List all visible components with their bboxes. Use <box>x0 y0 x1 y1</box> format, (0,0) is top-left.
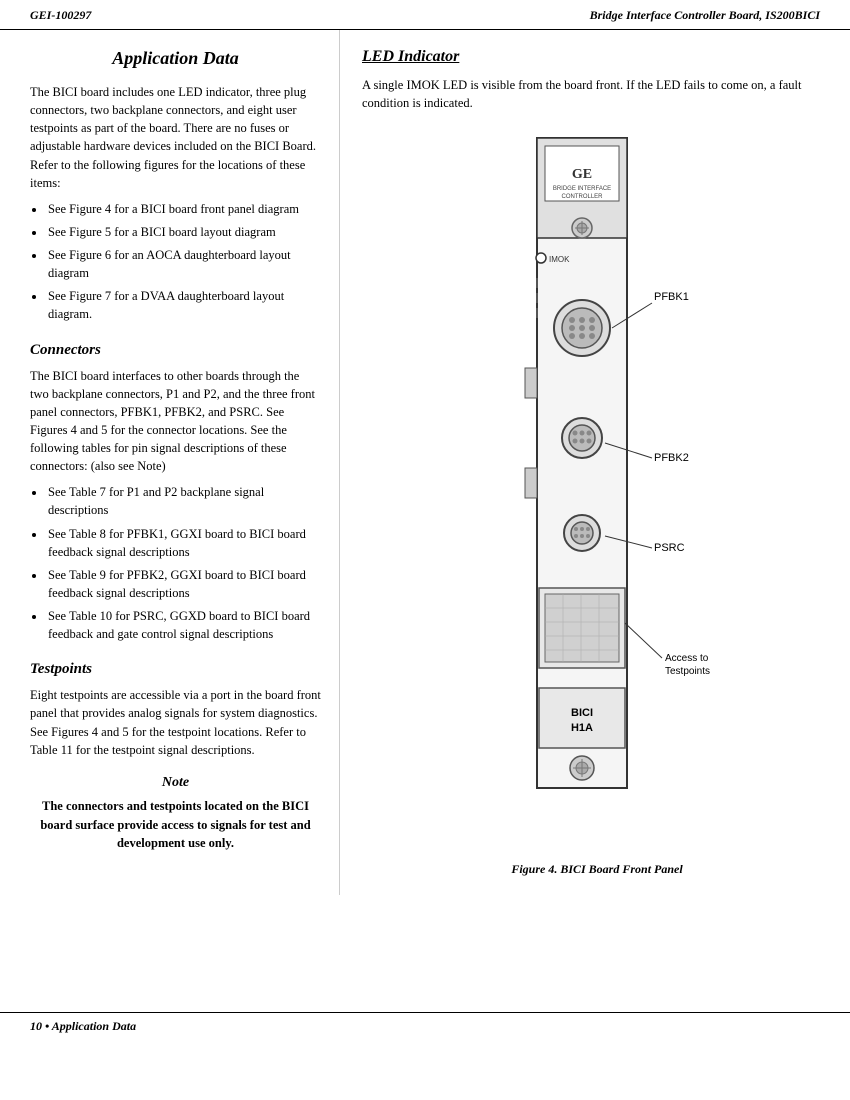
connectors-text: The BICI board interfaces to other board… <box>30 367 321 476</box>
page-body: Application Data The BICI board includes… <box>0 30 850 895</box>
left-column: Application Data The BICI board includes… <box>0 30 340 895</box>
svg-text:H1A: H1A <box>571 722 593 734</box>
svg-text:IMOK: IMOK <box>549 255 570 264</box>
list-item: See Figure 5 for a BICI board layout dia… <box>46 223 321 241</box>
page-title: Application Data <box>30 48 321 69</box>
list-item: See Figure 6 for an AOCA daughterboard l… <box>46 246 321 282</box>
svg-text:PSRC: PSRC <box>654 542 685 554</box>
testpoints-text: Eight testpoints are accessible via a po… <box>30 686 321 759</box>
led-text: A single IMOK LED is visible from the bo… <box>362 76 832 112</box>
page-header: GEI-100297 Bridge Interface Controller B… <box>0 0 850 30</box>
list-item: See Figure 7 for a DVAA daughterboard la… <box>46 287 321 323</box>
list-item: See Table 10 for PSRC, GGXD board to BIC… <box>46 607 321 643</box>
list-item: See Table 9 for PFBK2, GGXI board to BIC… <box>46 566 321 602</box>
testpoints-heading: Testpoints <box>30 661 321 678</box>
list-item: See Figure 4 for a BICI board front pane… <box>46 200 321 218</box>
connectors-bullets: See Table 7 for P1 and P2 backplane sign… <box>46 483 321 643</box>
list-item: See Table 7 for P1 and P2 backplane sign… <box>46 483 321 519</box>
board-diagram: GE BRIDGE INTERFACE CONTROLLER IMOK <box>362 128 832 877</box>
right-column: LED Indicator A single IMOK LED is visib… <box>340 30 850 895</box>
svg-text:GE: GE <box>572 167 592 182</box>
svg-text:Access to: Access to <box>665 653 709 664</box>
list-item: See Table 8 for PFBK1, GGXI board to BIC… <box>46 525 321 561</box>
svg-text:CONTROLLER: CONTROLLER <box>561 194 603 200</box>
footer-text: 10 • Application Data <box>30 1019 136 1033</box>
connectors-heading: Connectors <box>30 342 321 359</box>
svg-text:PFBK1: PFBK1 <box>654 291 689 303</box>
header-right: Bridge Interface Controller Board, IS200… <box>590 8 820 23</box>
diagram-svg-wrapper: GE BRIDGE INTERFACE CONTROLLER IMOK <box>457 128 737 852</box>
figure-caption: Figure 4. BICI Board Front Panel <box>511 862 682 877</box>
svg-text:BICI: BICI <box>571 707 593 719</box>
svg-text:Testpoints: Testpoints <box>665 666 710 677</box>
note-box: Note The connectors and testpoints locat… <box>30 775 321 853</box>
board-svg: GE BRIDGE INTERFACE CONTROLLER IMOK <box>457 128 737 848</box>
page-footer: 10 • Application Data <box>0 1012 850 1040</box>
intro-text: The BICI board includes one LED indicato… <box>30 83 321 192</box>
svg-text:PFBK2: PFBK2 <box>654 452 689 464</box>
note-heading: Note <box>30 775 321 791</box>
svg-text:BRIDGE INTERFACE: BRIDGE INTERFACE <box>553 186 611 192</box>
header-left: GEI-100297 <box>30 8 91 23</box>
note-text: The connectors and testpoints located on… <box>30 797 321 853</box>
intro-bullets: See Figure 4 for a BICI board front pane… <box>46 200 321 324</box>
led-heading: LED Indicator <box>362 48 832 66</box>
